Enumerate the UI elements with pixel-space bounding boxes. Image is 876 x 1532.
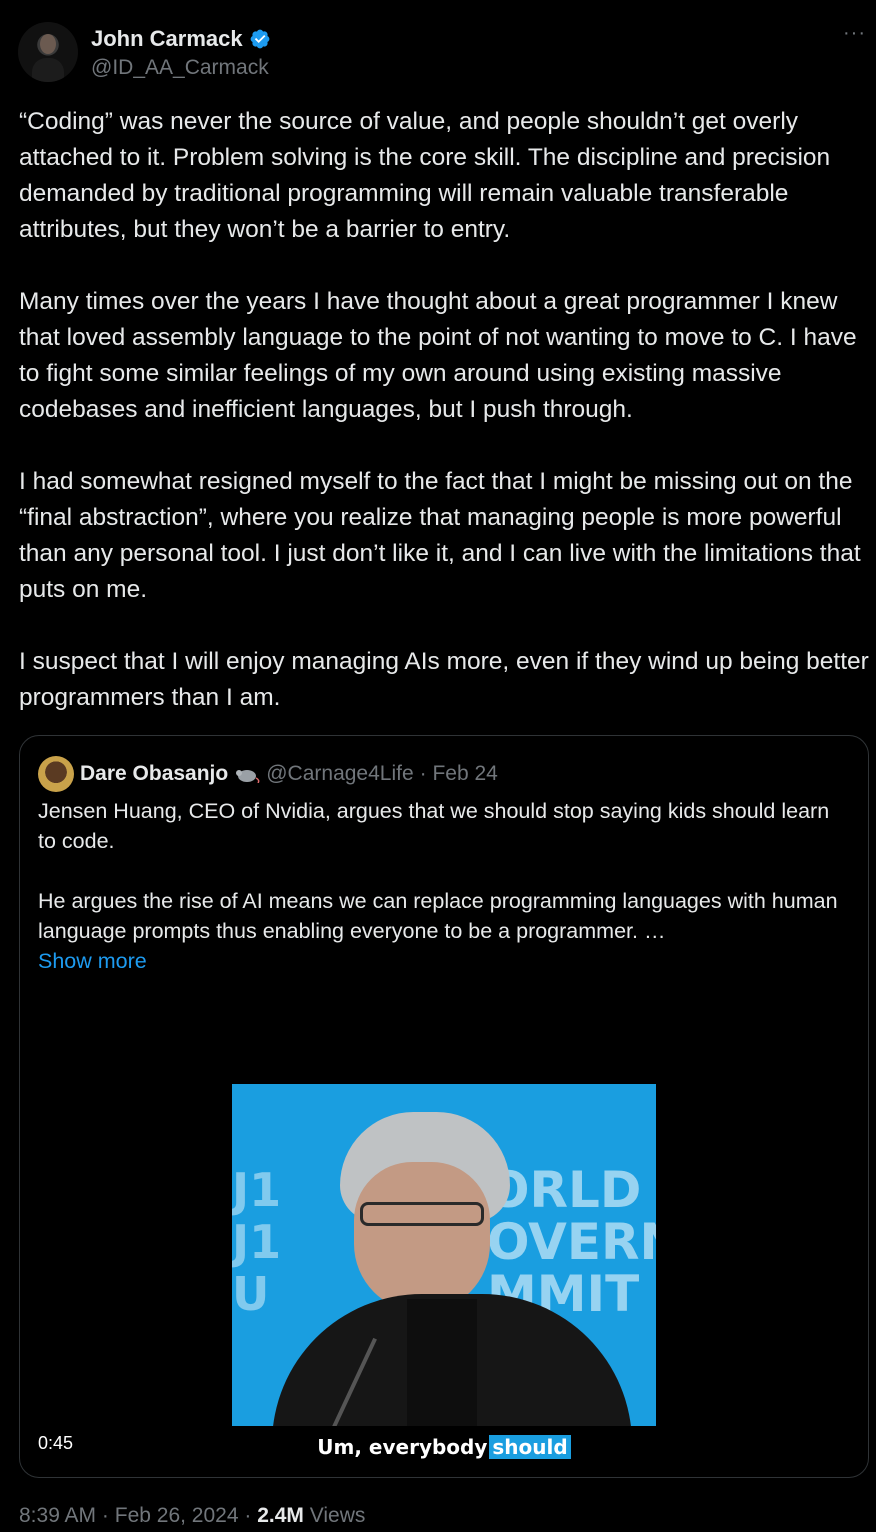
quote-paragraph: He argues the rise of AI means we can re… — [38, 889, 838, 943]
video-subject-shirt — [407, 1299, 477, 1426]
tweet-time[interactable]: 8:39 AM — [19, 1504, 96, 1527]
verified-badge-icon — [250, 29, 270, 49]
author-name-row: John Carmack — [91, 26, 271, 52]
author-avatar[interactable] — [18, 22, 78, 82]
author-handle[interactable]: @ID_AA_Carmack — [91, 56, 269, 80]
video-duration: 0:45 — [38, 1433, 74, 1453]
tweet-paragraph: “Coding” was never the source of value, … — [19, 108, 831, 243]
video-subject-face — [354, 1162, 490, 1312]
quote-author-handle: @Carnage4Life — [266, 762, 414, 785]
quoted-tweet[interactable]: Dare Obasanjo @Carnage4Life · Feb 24 Jen… — [19, 735, 869, 1478]
caption-text: Um, everybody — [317, 1435, 488, 1459]
author-display-name[interactable]: John Carmack — [91, 26, 243, 52]
quote-author-avatar — [38, 756, 74, 792]
video-caption: Um, everybody should — [20, 1435, 868, 1459]
quote-body: Jensen Huang, CEO of Nvidia, argues that… — [38, 796, 848, 976]
meta-separator: · — [244, 1504, 252, 1527]
views-count[interactable]: 2.4M — [257, 1504, 304, 1527]
video-bg-text-left: J1 J1 U — [232, 1163, 282, 1321]
tweet-paragraph: I suspect that I will enjoy managing AIs… — [19, 648, 869, 711]
views-label: Views — [309, 1504, 366, 1527]
tweet-body: “Coding” was never the source of value, … — [19, 104, 871, 716]
tweet-metadata: 8:39 AM · Feb 26, 2024 · 2.4M Views — [19, 1504, 365, 1528]
caption-highlight: should — [489, 1435, 571, 1459]
rat-emoji-icon — [236, 770, 260, 783]
quote-date: · Feb 24 — [419, 762, 498, 785]
quote-author-name: Dare Obasanjo — [80, 762, 229, 785]
video-subject-glasses — [360, 1202, 484, 1226]
more-options-icon[interactable]: ··· — [843, 22, 866, 45]
meta-separator: · — [101, 1504, 109, 1527]
tweet-paragraph: I had somewhat resigned myself to the fa… — [19, 468, 861, 603]
quote-paragraph: Jensen Huang, CEO of Nvidia, argues that… — [38, 799, 830, 853]
tweet-header: John Carmack @ID_AA_Carmack ··· — [18, 22, 868, 86]
tweet-paragraph: Many times over the years I have thought… — [19, 288, 857, 423]
show-more-link[interactable]: Show more — [38, 946, 848, 976]
video-player[interactable]: J1J1U ORLDOVERNMMIT 2 — [232, 1084, 656, 1426]
tweet-date[interactable]: Feb 26, 2024 — [115, 1504, 239, 1527]
quote-header: Dare Obasanjo @Carnage4Life · Feb 24 — [38, 756, 498, 792]
